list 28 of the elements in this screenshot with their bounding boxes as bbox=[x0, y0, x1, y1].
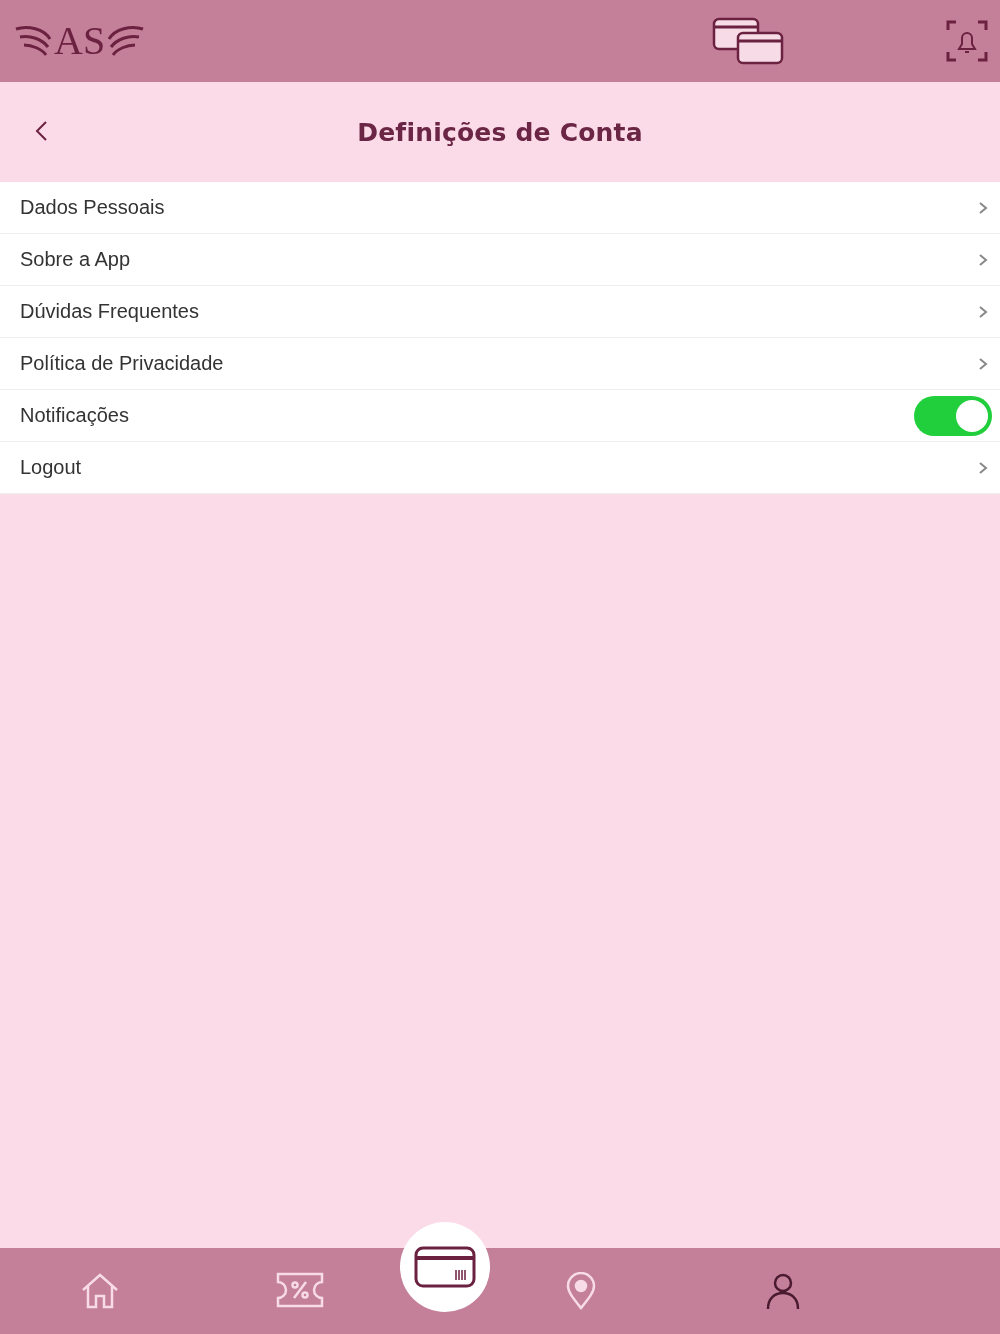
settings-row[interactable]: Dados Pessoais bbox=[0, 182, 1000, 234]
person-icon[interactable] bbox=[766, 1272, 800, 1310]
notification-bell-icon[interactable] bbox=[946, 20, 988, 62]
ticket-icon[interactable] bbox=[276, 1272, 324, 1308]
settings-row[interactable]: Sobre a App bbox=[0, 234, 1000, 286]
row-label: Dados Pessoais bbox=[20, 196, 166, 219]
settings-row[interactable]: Política de Privacidade bbox=[0, 338, 1000, 390]
logo: AS bbox=[14, 21, 146, 61]
chevron-right-icon bbox=[978, 304, 988, 319]
settings-row[interactable]: Logout bbox=[0, 442, 1000, 494]
page-title: Definições de Conta bbox=[357, 117, 643, 147]
chevron-right-icon bbox=[978, 252, 988, 267]
row-label: Dúvidas Frequentes bbox=[20, 300, 200, 323]
toggle-switch[interactable] bbox=[914, 395, 992, 436]
back-button[interactable] bbox=[34, 120, 48, 142]
settings-row[interactable]: Notificações bbox=[0, 390, 1000, 442]
location-pin-icon[interactable] bbox=[566, 1272, 596, 1310]
home-icon[interactable] bbox=[80, 1272, 120, 1310]
row-label: Sobre a App bbox=[20, 248, 132, 271]
cards-button[interactable] bbox=[712, 15, 786, 67]
row-label: Política de Privacidade bbox=[20, 352, 225, 375]
settings-row[interactable]: Dúvidas Frequentes bbox=[0, 286, 1000, 338]
row-label: Notificações bbox=[20, 404, 130, 427]
credit-card-icon bbox=[414, 1246, 476, 1288]
chevron-right-icon bbox=[978, 356, 988, 371]
chevron-right-icon bbox=[978, 460, 988, 475]
row-label: Logout bbox=[20, 456, 83, 479]
chevron-right-icon bbox=[978, 200, 988, 215]
